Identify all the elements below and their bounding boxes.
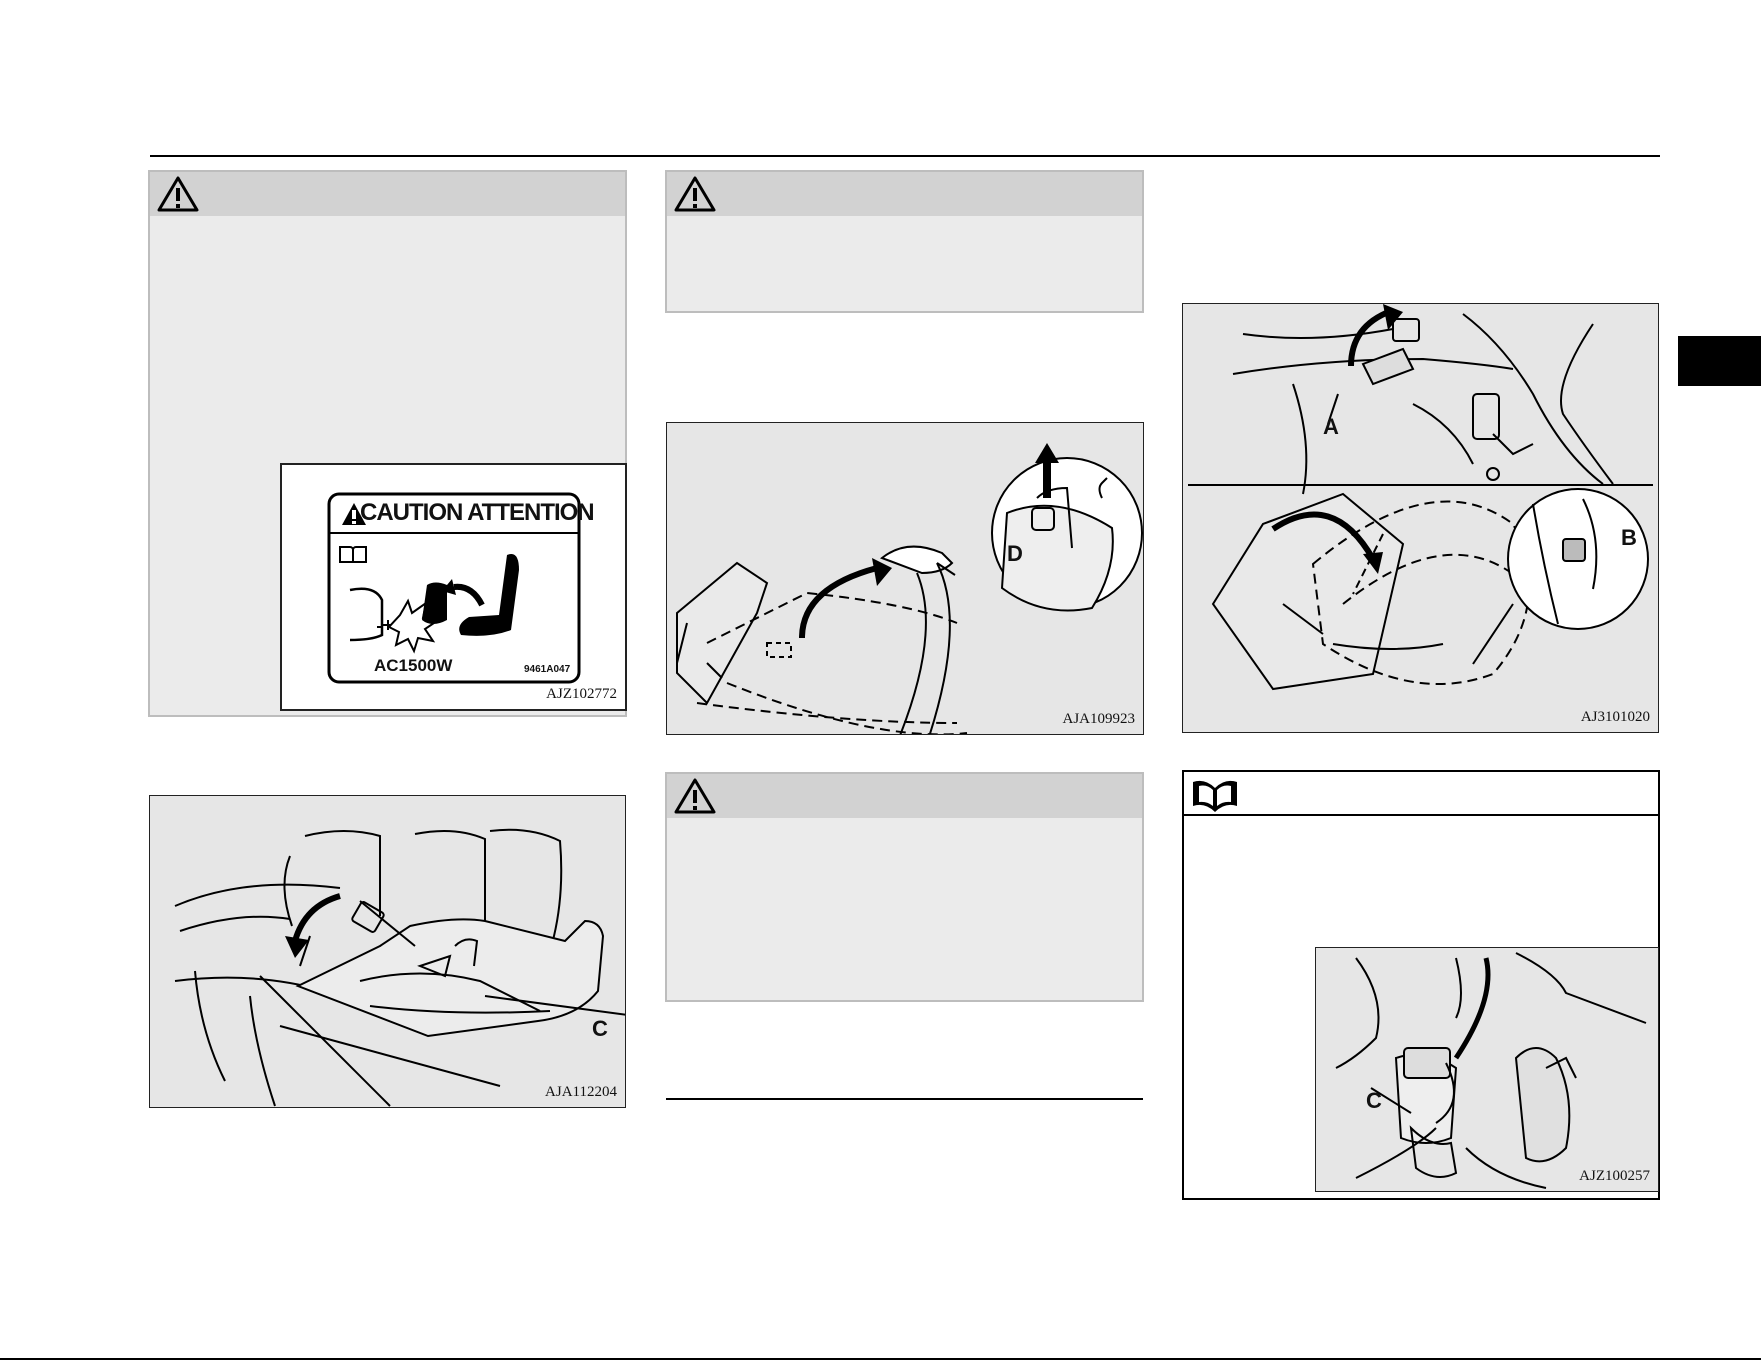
warning-box-header [150,172,625,216]
figure-code: AJA109923 [1062,711,1135,727]
seatback-fold-figure: D AJA109923 [666,422,1144,735]
bottom-rule [0,1358,1761,1360]
callout-c: C [1366,1088,1382,1113]
callout-b: B [1621,525,1637,550]
warning-triangle-icon [674,778,716,814]
warning-box-header [667,172,1142,216]
callout-d: D [1007,541,1023,566]
seat-belt-buckle-drawing [1335,952,1647,1189]
figure-code: AJ3101020 [1580,709,1650,725]
figure-code: AJA112204 [545,1084,617,1100]
caution-label-part-number: 9461A047 [524,664,571,675]
seatback-fold-drawing [676,443,1143,734]
warning-triangle-icon [157,176,199,212]
figure-code: AJZ100257 [1579,1168,1650,1184]
seat-cushion-drawing [174,828,625,1107]
open-book-icon [1193,780,1237,812]
caution-label-title: CAUTION ATTENTION [360,499,595,526]
top-rule [150,155,1660,157]
caution-label-figure: CAUTION ATTENTION AC1500W 9461A047 AJZ10… [280,463,627,711]
figure-code: AJZ102772 [546,686,617,702]
warning-triangle-icon [674,176,716,212]
section-end-rule [666,1098,1143,1100]
caution-label-power: AC1500W [374,656,453,675]
seat-belt-buckle-figure: C AJZ100257 [1315,947,1659,1192]
callout-c: C [592,1016,608,1041]
note-box-header [1184,772,1658,816]
seat-lever-figure: A B AJ3101020 [1182,303,1659,733]
warning-box-header [667,774,1142,818]
seat-cushion-figure: C AJA112204 [149,795,626,1108]
section-tab [1678,336,1761,386]
warning-box-3 [665,772,1144,1002]
seat-lever-drawing [1188,304,1653,691]
callout-a: A [1323,414,1339,439]
warning-box-2 [665,170,1144,313]
